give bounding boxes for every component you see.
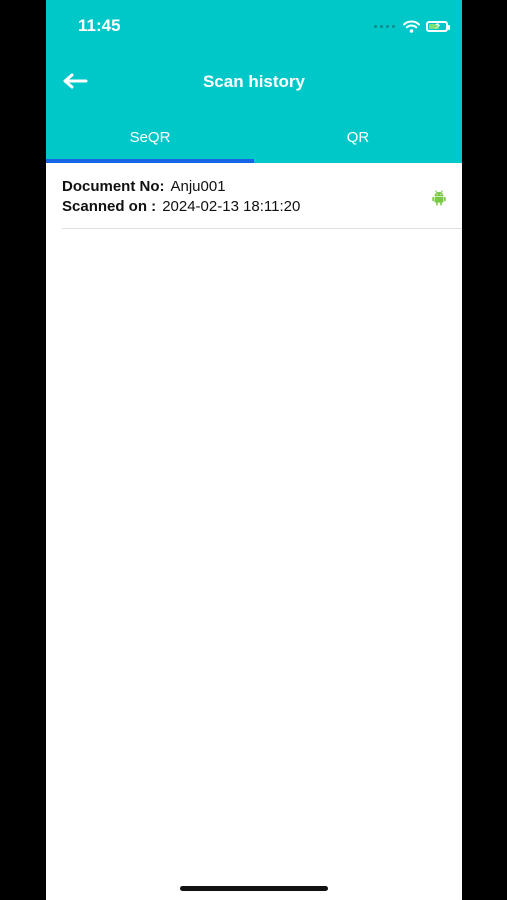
document-label: Document No: <box>62 178 165 195</box>
wifi-icon <box>403 20 420 33</box>
home-indicator[interactable] <box>180 886 328 891</box>
page-title: Scan history <box>202 72 306 91</box>
tab-seqr[interactable]: SeQR <box>46 118 254 163</box>
app-header: 11:45 ⚡ Scan history SeQR QR <box>46 0 462 163</box>
app-screen: 11:45 ⚡ Scan history SeQR QR Document No… <box>46 0 462 900</box>
signal-icon <box>374 24 395 28</box>
document-line: Document No: Anju001 <box>62 178 226 195</box>
document-value: Anju001 <box>170 178 226 195</box>
status-icons: ⚡ <box>374 16 450 36</box>
scanned-value: 2024-02-13 18:11:20 <box>162 198 301 215</box>
scanned-label: Scanned on : <box>62 198 157 215</box>
scanned-line: Scanned on : 2024-02-13 18:11:20 <box>62 198 300 215</box>
tab-bar: SeQR QR <box>46 118 462 163</box>
status-time: 11:45 <box>78 16 121 35</box>
battery-charging-icon: ⚡ <box>426 20 450 32</box>
android-icon <box>432 190 446 206</box>
list-item[interactable]: Document No: Anju001 Scanned on : 2024-02-… <box>62 163 462 229</box>
tab-qr[interactable]: QR <box>254 118 462 163</box>
